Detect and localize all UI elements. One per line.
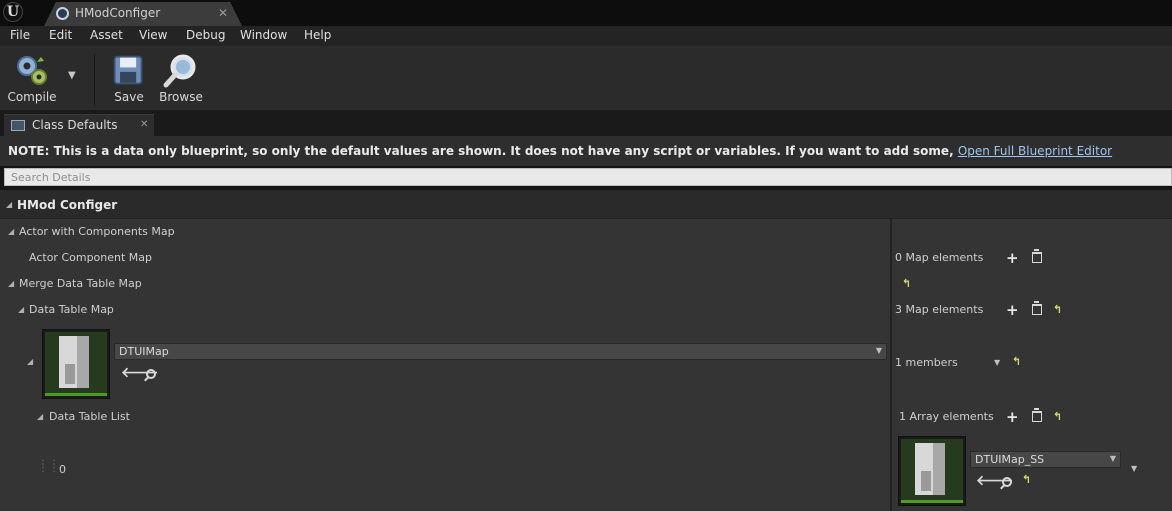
data-table-icon-shade bbox=[77, 336, 89, 388]
asset-picker-combo[interactable]: DTUIMap_SS ▼ bbox=[970, 451, 1121, 468]
add-element-plus-icon[interactable]: + bbox=[1006, 303, 1019, 318]
close-icon[interactable]: ✕ bbox=[140, 119, 148, 130]
compile-gears-icon bbox=[17, 56, 47, 85]
close-icon[interactable]: ✕ bbox=[218, 6, 228, 20]
document-tab[interactable]: HModConfiger ✕ bbox=[44, 2, 242, 26]
toolbar-divider bbox=[94, 54, 95, 106]
asset-thumbnail[interactable] bbox=[898, 436, 966, 506]
array-index-label: 0 bbox=[59, 463, 66, 476]
save-label: Save bbox=[114, 90, 144, 104]
reset-to-default-icon[interactable]: ↰ bbox=[1012, 355, 1021, 368]
data-table-icon-shade bbox=[933, 443, 945, 495]
chevron-down-icon[interactable]: ▼ bbox=[68, 70, 76, 81]
data-table-icon-detail bbox=[65, 364, 75, 384]
reset-to-default-icon[interactable]: ↰ bbox=[1022, 473, 1031, 486]
map-elements-count: 3 Map elements bbox=[895, 303, 984, 316]
map-elements-count: 0 Map elements bbox=[895, 251, 984, 264]
property-data-table-list: Data Table List bbox=[49, 410, 130, 423]
menu-bar: File Edit Asset View Debug Window Help bbox=[0, 26, 1172, 46]
search-details-input[interactable] bbox=[4, 168, 1172, 186]
title-bar: U HModConfiger ✕ bbox=[0, 0, 1172, 26]
property-merge-data-table-map: Merge Data Table Map bbox=[19, 277, 142, 290]
reset-to-default-icon[interactable]: ↰ bbox=[902, 277, 911, 290]
chevron-down-icon: ▼ bbox=[875, 346, 882, 355]
expand-triangle-icon[interactable]: ◢ bbox=[37, 412, 43, 421]
reset-to-default-icon[interactable]: ↰ bbox=[1053, 410, 1062, 423]
column-divider[interactable] bbox=[890, 190, 892, 511]
expand-triangle-icon[interactable]: ◢ bbox=[6, 200, 12, 209]
category-title: HMod Configer bbox=[17, 198, 118, 212]
document-tab-title: HModConfiger bbox=[75, 6, 161, 20]
reset-to-default-icon[interactable]: ↰ bbox=[1053, 303, 1062, 316]
toolbar: Compile ▼ Save Browse bbox=[0, 46, 1172, 110]
data-only-note: NOTE: This is a data only blueprint, so … bbox=[0, 136, 1172, 166]
asset-type-color-bar bbox=[901, 500, 963, 503]
category-header[interactable]: ◢ HMod Configer bbox=[0, 190, 1172, 219]
menu-debug[interactable]: Debug bbox=[186, 28, 225, 42]
blueprint-class-icon bbox=[56, 7, 69, 20]
menu-help[interactable]: Help bbox=[304, 28, 331, 42]
add-element-plus-icon[interactable]: + bbox=[1006, 410, 1019, 425]
asset-type-color-bar bbox=[45, 393, 107, 396]
expand-triangle-icon[interactable]: ◢ bbox=[18, 305, 24, 314]
browse-to-asset-icon[interactable] bbox=[146, 369, 156, 379]
data-table-icon-detail bbox=[921, 471, 931, 491]
tab-class-defaults-label: Class Defaults bbox=[32, 118, 118, 132]
details-panel-icon bbox=[11, 120, 25, 131]
array-elements-count: 1 Array elements bbox=[899, 410, 994, 423]
menu-asset[interactable]: Asset bbox=[90, 28, 123, 42]
asset-thumbnail[interactable] bbox=[42, 329, 110, 399]
compile-button[interactable]: Compile bbox=[4, 50, 60, 108]
asset-picker-combo[interactable]: DTUIMap ▼ bbox=[114, 343, 887, 360]
trash-icon[interactable] bbox=[1032, 301, 1042, 315]
chevron-down-icon[interactable]: ▼ bbox=[1131, 464, 1137, 473]
details-panel: ◢ HMod Configer ◢ Actor with Components … bbox=[0, 190, 1172, 511]
unreal-logo-icon[interactable]: U bbox=[3, 2, 23, 22]
note-message: NOTE: This is a data only blueprint, so … bbox=[8, 144, 958, 158]
asset-picker-value: DTUIMap_SS bbox=[975, 453, 1045, 466]
browse-label: Browse bbox=[159, 90, 203, 104]
magnifier-icon bbox=[163, 54, 196, 88]
drag-handle-icon[interactable]: ⋮⋮ ⋮⋮ bbox=[38, 460, 60, 474]
browse-to-asset-icon[interactable] bbox=[1002, 477, 1012, 487]
asset-picker-value: DTUIMap bbox=[119, 345, 169, 358]
chevron-down-icon: ▼ bbox=[1109, 454, 1116, 463]
trash-icon[interactable] bbox=[1032, 249, 1042, 263]
save-disk-icon bbox=[113, 55, 143, 85]
property-actor-with-components-map: Actor with Components Map bbox=[19, 225, 175, 238]
compile-label: Compile bbox=[7, 90, 57, 104]
trash-icon[interactable] bbox=[1032, 408, 1042, 422]
tab-class-defaults[interactable]: Class Defaults ✕ bbox=[4, 114, 154, 136]
chevron-down-icon[interactable]: ▼ bbox=[994, 358, 1000, 367]
menu-edit[interactable]: Edit bbox=[49, 28, 72, 42]
save-button[interactable]: Save bbox=[106, 50, 152, 108]
menu-window[interactable]: Window bbox=[240, 28, 287, 42]
expand-triangle-icon[interactable]: ◢ bbox=[27, 357, 33, 366]
menu-file[interactable]: File bbox=[10, 28, 30, 42]
note-text-block: NOTE: This is a data only blueprint, so … bbox=[8, 144, 1112, 158]
expand-triangle-icon[interactable]: ◢ bbox=[8, 279, 14, 288]
expand-triangle-icon[interactable]: ◢ bbox=[8, 227, 14, 236]
open-full-editor-link[interactable]: Open Full Blueprint Editor bbox=[958, 144, 1112, 158]
add-element-plus-icon[interactable]: + bbox=[1006, 251, 1019, 266]
menu-view[interactable]: View bbox=[139, 28, 167, 42]
property-actor-component-map: Actor Component Map bbox=[29, 251, 153, 264]
property-data-table-map: Data Table Map bbox=[29, 303, 114, 316]
members-count: 1 members bbox=[895, 356, 958, 369]
panel-tab-strip: Class Defaults ✕ bbox=[0, 110, 1172, 136]
browse-button[interactable]: Browse bbox=[156, 50, 206, 108]
